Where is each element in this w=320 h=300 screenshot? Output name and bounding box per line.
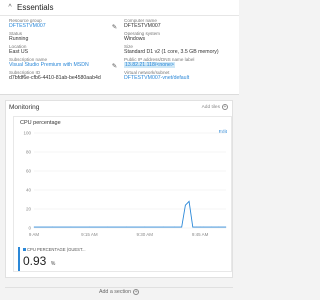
- cpu-data-point: [185, 204, 186, 206]
- metric-summary: CPU PERCENTAGE (GUEST... 0.93 %: [18, 247, 86, 271]
- cpu-chart-tile[interactable]: CPU percentage Edit 100 80 60 40 20 0 9 AM 9:1…: [13, 116, 232, 272]
- monitoring-title: Monitoring: [9, 103, 40, 111]
- cpu-data-point: [225, 226, 227, 228]
- essentials-title: Essentials: [17, 3, 54, 12]
- chart-title: CPU percentage: [20, 120, 61, 126]
- virtual-network-link[interactable]: DFTESTVM007-vnet/default: [124, 75, 236, 82]
- location-value: East US: [9, 49, 29, 55]
- computer-name-value: DFTESTVM007: [124, 23, 161, 29]
- cpu-data-point: [125, 226, 127, 228]
- field-location: Location East US: [9, 44, 115, 56]
- y-tick-label: 40: [26, 188, 32, 193]
- series-color-swatch: [23, 248, 26, 252]
- field-public-ip: Public IP address/DNS name label 13.82.2…: [124, 57, 236, 69]
- field-computer-name: Computer name DFTESTVM007: [124, 18, 236, 30]
- cpu-data-point: [181, 226, 183, 228]
- add-tiles-button[interactable]: Add tiles +: [202, 104, 228, 110]
- y-tick-label: 20: [26, 207, 32, 212]
- cpu-data-point: [192, 226, 194, 228]
- essentials-panel: ^ Essentials Resource group DFTESTVM007 …: [0, 0, 239, 95]
- field-operating-system: Operating system Windows: [124, 31, 236, 43]
- metric-value: 0.93: [23, 254, 47, 268]
- chart-grid: [34, 132, 226, 229]
- y-tick-label: 0: [28, 226, 31, 231]
- chart-points: [33, 201, 227, 228]
- add-section-plus-icon[interactable]: +: [133, 289, 140, 295]
- field-size: Size Standard D1 v2 (1 core, 3.5 GB memo…: [124, 44, 236, 56]
- field-subscription-id: Subscription ID d7bfdf6e-cfb6-4410-81ab-…: [9, 70, 115, 82]
- metric-unit: %: [50, 261, 56, 267]
- cpu-data-point: [162, 226, 164, 228]
- y-tick-label: 100: [23, 131, 31, 136]
- x-tick-label: 9:45 AM: [192, 232, 209, 237]
- operating-system-value: Windows: [124, 36, 146, 42]
- subscription-name-link[interactable]: Visual Studio Premium with MSDN: [9, 62, 115, 69]
- metric-value-row: 0.93 %: [23, 252, 84, 270]
- add-tiles-plus-icon[interactable]: +: [222, 104, 228, 110]
- x-tick-label: 9:15 AM: [81, 232, 98, 237]
- monitoring-section: Monitoring Add tiles + CPU percentage Ed…: [5, 100, 233, 278]
- cpu-data-point: [199, 226, 201, 228]
- add-section-label[interactable]: Add a section: [99, 289, 131, 295]
- cpu-data-point: [70, 226, 72, 228]
- cpu-data-point: [107, 226, 109, 228]
- cpu-data-point: [173, 226, 175, 228]
- subscription-id-value: d7bfdf6e-cfb6-4410-81ab-be4580aab4d: [9, 75, 101, 81]
- chevron-up-icon[interactable]: ^: [6, 4, 14, 12]
- cpu-data-point: [218, 226, 219, 228]
- essentials-header[interactable]: ^ Essentials: [0, 0, 239, 16]
- chart-x-ticks: 9 AM 9:15 AM 9:30 AM 9:45 AM: [29, 232, 209, 237]
- cpu-series-line: [34, 200, 226, 228]
- y-tick-label: 60: [26, 169, 32, 174]
- size-value: Standard D1 v2 (1 core, 3.5 GB memory): [124, 49, 219, 55]
- essentials-right-column: Computer name DFTESTVM007 Operating syst…: [124, 18, 236, 83]
- essentials-grid: Resource group DFTESTVM007 Status Runnin…: [0, 16, 239, 94]
- monitoring-header: Monitoring Add tiles +: [6, 101, 232, 113]
- resource-group-link[interactable]: DFTESTVM007: [9, 23, 115, 30]
- cpu-chart-svg: 100 80 60 40 20 0 9 AM 9:15 AM 9:30 AM 9:45 AM: [23, 131, 227, 237]
- cpu-data-point: [144, 226, 146, 228]
- y-tick-label: 80: [26, 150, 32, 155]
- add-tiles-label[interactable]: Add tiles: [202, 105, 220, 110]
- cpu-data-point: [196, 226, 197, 228]
- status-value: Running: [9, 36, 29, 42]
- cpu-data-point: [203, 226, 205, 228]
- cpu-data-point: [210, 226, 212, 228]
- public-ip-link[interactable]: 13.82.21.118/<none>: [124, 62, 236, 69]
- cpu-data-point: [89, 226, 90, 228]
- edit-resource-group-pencil-icon[interactable]: ✎: [111, 24, 118, 31]
- x-tick-label: 9:30 AM: [137, 232, 154, 237]
- field-resource-group: Resource group DFTESTVM007: [9, 18, 115, 30]
- chart-y-ticks: 100 80 60 40 20 0: [23, 131, 31, 231]
- edit-subscription-pencil-icon[interactable]: ✎: [111, 63, 118, 70]
- cpu-data-point: [52, 226, 53, 228]
- essentials-left-column: Resource group DFTESTVM007 Status Runnin…: [9, 18, 115, 83]
- cpu-data-point: [188, 201, 190, 202]
- x-tick-label: 9 AM: [29, 232, 40, 237]
- add-section-button[interactable]: Add a section +: [5, 287, 233, 296]
- cpu-data-point: [33, 226, 35, 228]
- field-subscription-name: Subscription name Visual Studio Premium …: [9, 57, 115, 69]
- field-status: Status Running: [9, 31, 115, 43]
- public-ip-highlight[interactable]: 13.82.21.118/<none>: [124, 62, 175, 68]
- field-virtual-network: Virtual network/subnet DFTESTVM007-vnet/…: [124, 70, 236, 82]
